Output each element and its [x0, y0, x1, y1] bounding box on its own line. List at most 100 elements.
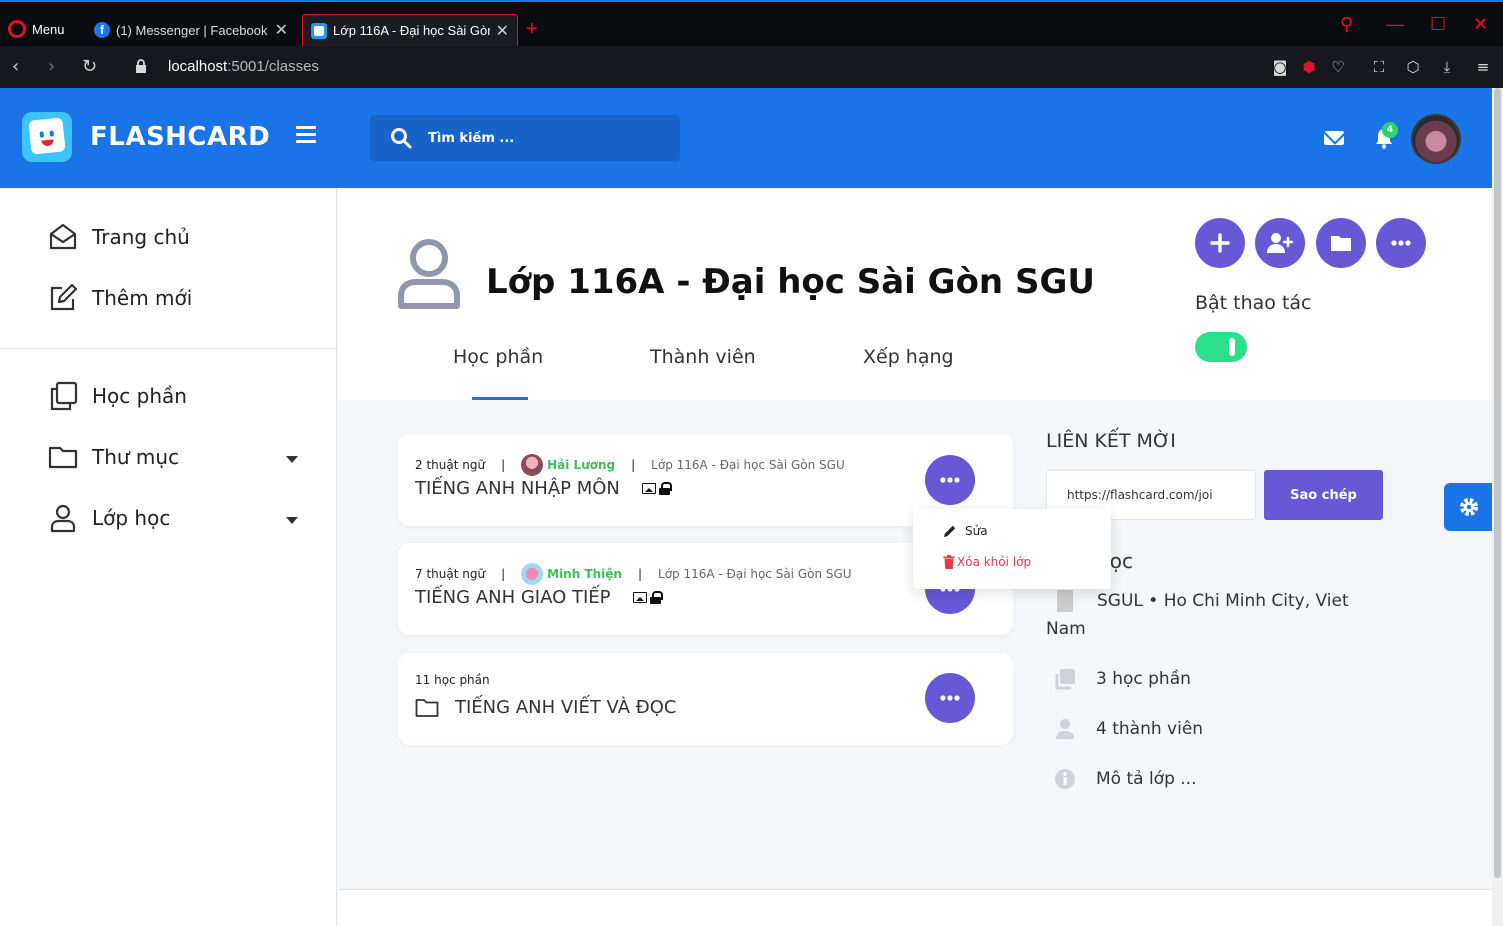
edit-menu-item[interactable]: Sửa	[943, 524, 988, 538]
search-input[interactable]	[428, 130, 658, 146]
user-avatar[interactable]	[1411, 114, 1461, 164]
tab-members[interactable]: Thành viên	[650, 346, 756, 368]
folder-title[interactable]: TIẾNG ANH VIẾT VÀ ĐỌC	[455, 697, 676, 718]
folder-icon	[1331, 236, 1351, 251]
tab-ranking[interactable]: Xếp hạng	[863, 346, 954, 368]
notification-badge: 4	[1382, 122, 1398, 138]
shield-icon[interactable]: ⬢	[1300, 58, 1318, 76]
search-tabs-icon[interactable]: ⚲	[1340, 14, 1353, 35]
module-count-text: 3 học phần	[1096, 669, 1191, 689]
term-count: 7 thuật ngữ	[415, 567, 486, 581]
scrollbar-thumb[interactable]	[1494, 88, 1501, 878]
image-icon	[632, 592, 647, 603]
brand-name[interactable]: FLASHCARD	[90, 122, 270, 152]
card-title: TIẾNG ANH GIAO TIẾP	[415, 587, 663, 608]
chevron-down-icon[interactable]	[286, 517, 298, 524]
remove-from-class-menu-item[interactable]: Xóa khỏi lớp	[943, 555, 1031, 569]
browser-tab-active[interactable]: Lớp 116A - Đại học Sài Gòn SGU ✕	[302, 14, 518, 46]
back-icon[interactable]: ‹	[12, 56, 19, 77]
info-icon	[1055, 769, 1075, 789]
card-meta: 2 thuật ngữ | Hải Lương | Lớp 116A - Đại…	[415, 454, 845, 476]
url-field[interactable]: localhost:5001/classes	[168, 58, 319, 75]
sidebar-item-modules[interactable]: Học phần	[48, 381, 187, 411]
forward-icon[interactable]: ›	[48, 56, 55, 77]
search-box[interactable]	[370, 115, 680, 161]
active-tab-indicator	[472, 397, 528, 400]
card-more-button[interactable]	[925, 455, 975, 505]
close-tab-icon[interactable]: ✕	[496, 21, 509, 41]
close-tab-icon[interactable]: ✕	[275, 20, 288, 40]
delete-label: Xóa khỏi lớp	[957, 555, 1032, 569]
edit-label: Sửa	[965, 524, 988, 538]
reload-icon[interactable]: ↻	[82, 56, 97, 77]
add-member-button[interactable]	[1255, 218, 1305, 268]
card-meta: 7 thuật ngữ | Minh Thiện | Lớp 116A - Đạ…	[415, 563, 852, 585]
new-tab-icon[interactable]: +	[526, 18, 538, 41]
user-icon	[1056, 719, 1074, 739]
flashcard-logo-icon[interactable]	[22, 112, 72, 162]
add-button[interactable]	[1195, 218, 1245, 268]
module-title[interactable]: TIẾNG ANH GIAO TIẾP	[415, 587, 611, 608]
copy-link-button[interactable]: Sao chép	[1264, 470, 1383, 520]
browser-tabbar: Menu f (1) Messenger | Facebook ✕ Lớp 11…	[0, 0, 1503, 46]
folder-card[interactable]: 11 học phần TIẾNG ANH VIẾT VÀ ĐỌC	[398, 653, 1013, 745]
info-members: 4 thành viên	[1054, 718, 1203, 740]
mail-icon[interactable]	[1324, 131, 1344, 145]
sidebar-item-label: Thêm mới	[92, 286, 193, 310]
sidebar-item-label: Học phần	[92, 384, 187, 408]
info-modules: 3 học phần	[1054, 668, 1191, 690]
browser-tab-messenger[interactable]: f (1) Messenger | Facebook ✕	[86, 14, 296, 46]
facebook-icon: f	[94, 22, 110, 38]
class-user-icon	[398, 239, 460, 309]
class-description[interactable]: Mô tả lớp ...	[1096, 769, 1197, 789]
image-icon	[641, 483, 656, 494]
building-icon	[1057, 590, 1073, 612]
card-meta: 11 học phần	[415, 673, 490, 687]
card-options-menu: Sửa Xóa khỏi lớp	[913, 509, 1111, 589]
flashcard-favicon-icon	[311, 22, 327, 39]
camera-icon[interactable]: ◙	[1271, 58, 1289, 76]
settings-button[interactable]	[1444, 483, 1493, 531]
browser-address-bar: ‹ › ↻ localhost:5001/classes ◙ ⬢ ♡ ⛶ ⬡ ⤓…	[0, 46, 1503, 88]
browser-menu-button[interactable]: Menu	[8, 20, 65, 38]
cube-icon[interactable]: ⬡	[1404, 58, 1422, 76]
browser-tab-label: Lớp 116A - Đại học Sài Gòn SGU	[333, 23, 490, 38]
opera-logo-icon	[8, 20, 26, 38]
easy-setup-icon[interactable]: ≡	[1474, 58, 1492, 76]
sidebar: Trang chủ Thêm mới Học phần Thư mục Lớp …	[0, 188, 337, 926]
module-count: 11 học phần	[415, 673, 490, 687]
menu-toggle-icon[interactable]	[296, 126, 316, 144]
minimize-icon[interactable]: —	[1386, 14, 1404, 35]
actions-toggle[interactable]	[1195, 332, 1247, 362]
more-icon	[940, 477, 960, 483]
card-more-button[interactable]	[925, 673, 975, 723]
more-icon	[1391, 240, 1411, 246]
sidebar-item-home[interactable]: Trang chủ	[48, 222, 190, 252]
class-header: Lớp 116A - Đại học Sài Gòn SGU Học phần …	[338, 188, 1492, 400]
sidebar-item-new[interactable]: Thêm mới	[48, 283, 192, 313]
author-name[interactable]: Hải Lương	[547, 458, 615, 472]
sidebar-divider	[0, 348, 337, 349]
school-name: SGUL • Ho Chi Minh City, Viet	[1097, 591, 1349, 611]
heart-icon[interactable]: ♡	[1329, 58, 1347, 76]
more-options-button[interactable]	[1376, 218, 1426, 268]
home-icon	[49, 223, 77, 250]
member-count-text: 4 thành viên	[1096, 719, 1204, 739]
chevron-down-icon[interactable]	[286, 456, 298, 463]
author-name[interactable]: Minh Thiện	[547, 567, 622, 581]
sidebar-item-label: Lớp học	[92, 506, 171, 530]
footer	[338, 890, 1492, 926]
url-path: :5001/classes	[227, 58, 319, 75]
sidebar-item-folders[interactable]: Thư mục	[48, 442, 179, 472]
module-title[interactable]: TIẾNG ANH NHẬP MÔN	[415, 478, 620, 499]
app-header: FLASHCARD 4	[0, 88, 1492, 188]
term-count: 2 thuật ngữ	[415, 458, 486, 472]
tab-modules[interactable]: Học phần	[453, 346, 543, 368]
snapshot-icon[interactable]: ⛶	[1370, 58, 1388, 76]
maximize-icon[interactable]: ☐	[1430, 14, 1446, 35]
sidebar-item-classes[interactable]: Lớp học	[48, 503, 170, 533]
window-close-icon[interactable]: ✕	[1473, 14, 1488, 35]
download-icon[interactable]: ⤓	[1438, 58, 1456, 76]
add-folder-button[interactable]	[1316, 218, 1366, 268]
school-name-cont: Nam	[1046, 619, 1086, 639]
